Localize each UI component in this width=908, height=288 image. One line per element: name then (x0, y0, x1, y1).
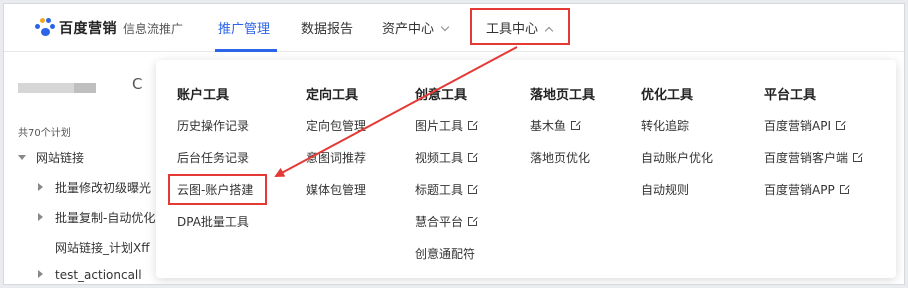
tree-node-campaign[interactable]: 批量修改初级曝光 (38, 179, 151, 196)
caret-right-icon (38, 183, 43, 191)
nav-asset-center-label: 资产中心 (382, 22, 435, 37)
blurred-account-name-part (74, 83, 96, 93)
highlight-box-tool-center (470, 8, 570, 45)
menu-item-intent-words[interactable]: 意图词推荐 (306, 149, 366, 166)
top-nav: 百度营销 信息流推广 推广管理 数据报告 资产中心 工具中心 (4, 4, 904, 52)
tree-node-label: 网站链接 (36, 151, 85, 165)
tree-node-campaign[interactable]: test_actioncall (38, 268, 142, 282)
external-link-icon (571, 120, 582, 130)
campaign-count: 共70个计划 (18, 128, 71, 139)
col-title-landing-tools: 落地页工具 (530, 88, 596, 103)
col-title-account-tools: 账户工具 (177, 88, 230, 103)
campaign-sidebar: C 共70个计划 网站链接 批量修改初级曝光 批量复制-自动优化 网站链接_计划… (4, 53, 164, 284)
menu-item-api[interactable]: 百度营销API (764, 117, 846, 134)
menu-item-creative-wildcard[interactable]: 创意通配符 (415, 245, 475, 262)
external-link-icon (839, 184, 850, 194)
caret-right-icon (38, 270, 43, 278)
active-tab-indicator (215, 49, 277, 52)
menu-item-video-tool[interactable]: 视频工具 (415, 149, 479, 166)
col-title-targeting-tools: 定向工具 (306, 88, 359, 103)
external-link-icon (468, 184, 479, 194)
menu-item-label: 百度营销APP (764, 183, 835, 197)
nav-promotion-management[interactable]: 推广管理 (218, 18, 270, 37)
menu-item-auto-account-optimize[interactable]: 自动账户优化 (641, 149, 713, 166)
highlight-box-cloud-account (168, 174, 267, 205)
menu-item-label: 图片工具 (415, 119, 464, 133)
menu-item-mobile-app[interactable]: 百度营销APP (764, 181, 850, 198)
menu-item-jimuyu[interactable]: 基木鱼 (530, 117, 582, 134)
caret-right-icon (38, 213, 43, 221)
external-link-icon (853, 152, 864, 162)
tree-node-group[interactable]: 网站链接 (18, 149, 84, 166)
menu-item-label: 慧合平台 (415, 215, 464, 229)
tree-node-campaign[interactable]: 批量复制-自动优化 (38, 209, 155, 226)
external-link-icon (468, 152, 479, 162)
menu-item-targeting-pack[interactable]: 定向包管理 (306, 117, 366, 134)
tree-node-label: 批量修改初级曝光 (55, 181, 152, 195)
menu-item-history-log[interactable]: 历史操作记录 (177, 117, 249, 134)
brand-logo[interactable]: 百度营销 信息流推广 (34, 17, 183, 39)
col-title-creative-tools: 创意工具 (415, 88, 468, 103)
menu-item-dpa-batch[interactable]: DPA批量工具 (177, 213, 249, 230)
col-title-platform-tools: 平台工具 (764, 88, 817, 103)
external-link-icon (468, 120, 479, 130)
baidu-paw-icon (34, 17, 56, 39)
menu-item-image-tool[interactable]: 图片工具 (415, 117, 479, 134)
brand-name: 百度营销 (59, 21, 117, 37)
menu-item-label: 百度营销客户端 (764, 151, 849, 165)
blurred-account-name (18, 83, 80, 93)
search-icon[interactable]: C (132, 75, 142, 93)
menu-item-label: 百度营销API (764, 119, 831, 133)
tree-node-label: test_actioncall (55, 268, 142, 282)
menu-item-label: 基木鱼 (530, 119, 567, 133)
menu-item-huihe-platform[interactable]: 慧合平台 (415, 213, 479, 230)
col-title-optimize-tools: 优化工具 (641, 88, 694, 103)
nav-asset-center[interactable]: 资产中心 (382, 18, 450, 37)
menu-item-task-log[interactable]: 后台任务记录 (177, 149, 249, 166)
menu-item-auto-rules[interactable]: 自动规则 (641, 181, 689, 198)
tree-node-campaign[interactable]: 网站链接_计划Xff (55, 239, 150, 256)
menu-item-conversion-tracking[interactable]: 转化追踪 (641, 117, 689, 134)
tree-node-label: 网站链接_计划Xff (55, 241, 150, 255)
chevron-down-icon (440, 22, 450, 32)
external-link-icon (468, 216, 479, 226)
tree-node-label: 批量复制-自动优化 (55, 211, 156, 225)
menu-item-label: 标题工具 (415, 183, 464, 197)
menu-item-desktop-client[interactable]: 百度营销客户端 (764, 149, 864, 166)
nav-data-report[interactable]: 数据报告 (301, 18, 353, 37)
app-frame: 百度营销 信息流推广 推广管理 数据报告 资产中心 工具中心 C 共70个计划 … (3, 3, 905, 285)
menu-item-title-tool[interactable]: 标题工具 (415, 181, 479, 198)
menu-item-media-pack[interactable]: 媒体包管理 (306, 181, 366, 198)
external-link-icon (836, 120, 846, 130)
caret-down-icon (18, 155, 26, 160)
menu-item-landing-optimize[interactable]: 落地页优化 (530, 149, 590, 166)
brand-subtitle: 信息流推广 (123, 21, 184, 36)
tool-center-dropdown: 账户工具 历史操作记录 后台任务记录 云图-账户搭建 DPA批量工具 定向工具 … (156, 60, 896, 278)
menu-item-label: 视频工具 (415, 151, 464, 165)
